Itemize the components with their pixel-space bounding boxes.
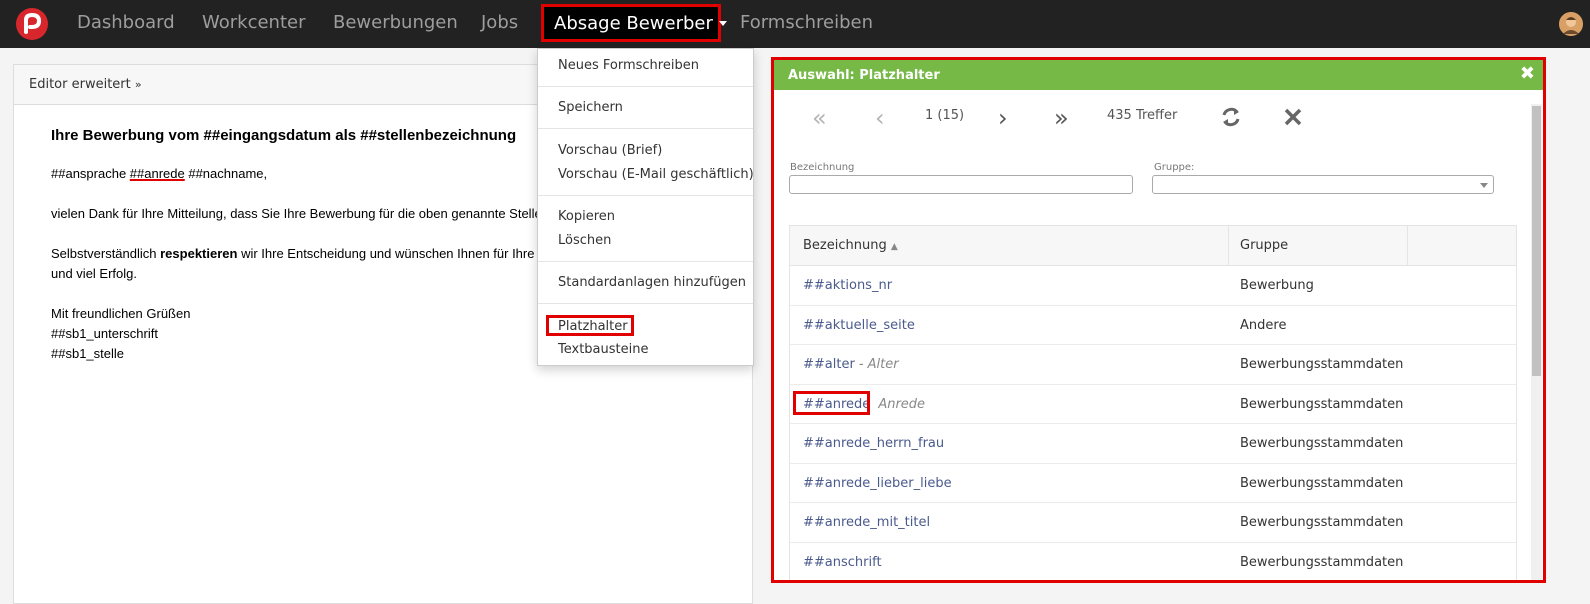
refresh-icon[interactable]: [1220, 106, 1242, 133]
row-group: Bewerbungsstammdaten: [1240, 396, 1404, 412]
caret-down-icon: [718, 21, 727, 26]
first-page-icon[interactable]: «: [812, 104, 827, 132]
last-page-icon[interactable]: »: [1054, 104, 1069, 132]
column-header-label: Bezeichnung: [803, 238, 887, 253]
placeholder-table: Bezeichnung ▲ Gruppe ##aktions_nr Bewerb…: [789, 225, 1517, 581]
app-logo-icon[interactable]: [16, 8, 48, 40]
row-group: Andere: [1240, 317, 1287, 333]
menu-item-standardanlagen[interactable]: Standardanlagen hinzufügen: [558, 275, 746, 290]
hits-count: 435 Treffer: [1107, 108, 1178, 123]
modal-scrollbar[interactable]: [1531, 104, 1542, 580]
top-navbar: Dashboard Workcenter Bewerbungen Jobs Ab…: [0, 0, 1590, 48]
row-name[interactable]: ##anrede_lieber_liebe: [803, 476, 952, 491]
placeholder-selection-modal: Auswahl: Platzhalter ✖ « ‹ 1 (15) › » 43…: [771, 57, 1546, 583]
close-icon[interactable]: ✖: [1520, 63, 1535, 84]
nav-dashboard[interactable]: Dashboard: [77, 12, 175, 33]
scrollbar-thumb[interactable]: [1532, 106, 1541, 376]
nav-workcenter[interactable]: Workcenter: [202, 12, 306, 33]
table-row[interactable]: ##anrede_mit_titel Bewerbungsstammdaten: [790, 503, 1516, 543]
table-row[interactable]: ##aktions_nr Bewerbung: [790, 266, 1516, 306]
row-group: Bewerbung: [1240, 278, 1314, 293]
menu-item-vorschau-brief[interactable]: Vorschau (Brief): [558, 143, 662, 158]
menu-item-textbausteine[interactable]: Textbausteine: [558, 342, 648, 357]
menu-divider: [538, 261, 753, 262]
column-divider: [1228, 226, 1229, 266]
prev-page-icon[interactable]: ‹: [875, 104, 885, 132]
paragraph-text: Selbstverständlich: [51, 246, 161, 261]
salutation-part: ##nachname,: [184, 166, 268, 181]
nav-jobs[interactable]: Jobs: [481, 12, 518, 33]
editor-header-label: Editor erweitert: [29, 77, 131, 92]
filter-gruppe-select[interactable]: [1152, 175, 1494, 194]
filter-label-gruppe: Gruppe:: [1154, 162, 1195, 173]
menu-item-kopieren[interactable]: Kopieren: [558, 209, 615, 224]
anrede-placeholder: ##anrede: [129, 166, 185, 181]
row-name[interactable]: ##anrede_herrn_frau: [803, 436, 944, 451]
platzhalter-highlight-box: [546, 315, 634, 336]
menu-divider: [538, 128, 753, 129]
row-name[interactable]: ##anschrift: [803, 555, 882, 570]
filter-label-bezeichnung: Bezeichnung: [790, 162, 855, 173]
row-name[interactable]: ##aktions_nr: [803, 278, 892, 293]
paragraph-text: wir Ihre Entscheidung und wünschen Ihnen…: [237, 246, 546, 261]
table-row[interactable]: ##aktuelle_seite Andere: [790, 306, 1516, 345]
menu-divider: [538, 303, 753, 304]
salutation-part: ##ansprache: [51, 166, 130, 181]
row-name: ##alter: [803, 357, 855, 372]
row-name-wrap[interactable]: ##alter - Alter: [803, 357, 899, 372]
table-row[interactable]: ##anrede_lieber_liebe Bewerbungsstammdat…: [790, 464, 1516, 503]
row-name[interactable]: ##anrede_mit_titel: [803, 515, 930, 530]
double-chevron-down-icon: »: [134, 78, 142, 91]
nav-bewerbungen[interactable]: Bewerbungen: [333, 12, 458, 33]
menu-item-neues-formschreiben[interactable]: Neues Formschreiben: [558, 58, 699, 73]
column-header-gruppe[interactable]: Gruppe: [1240, 238, 1288, 253]
menu-item-vorschau-email[interactable]: Vorschau (E-Mail geschäftlich): [558, 167, 754, 182]
table-row[interactable]: ##anschrift Bewerbungsstammdaten: [790, 543, 1516, 581]
paragraph-bold: respektieren: [160, 246, 238, 261]
anrede-highlight-box: [793, 390, 870, 415]
row-group: Bewerbungsstammdaten: [1240, 475, 1404, 491]
next-page-icon[interactable]: ›: [998, 104, 1008, 132]
menu-divider: [538, 195, 753, 196]
table-row[interactable]: ##alter - Alter Bewerbungsstammdaten: [790, 345, 1516, 385]
table-row[interactable]: ##anrede Anrede Bewerbungsstammdaten: [790, 385, 1516, 424]
user-avatar[interactable]: [1559, 12, 1583, 36]
modal-header: Auswahl: Platzhalter ✖: [774, 60, 1543, 90]
row-description: Anrede: [878, 396, 926, 412]
row-group: Bewerbungsstammdaten: [1240, 357, 1404, 372]
menu-divider: [538, 86, 753, 87]
column-header-bezeichnung[interactable]: Bezeichnung ▲: [803, 238, 898, 253]
row-group: Bewerbungsstammdaten: [1240, 554, 1404, 570]
chevron-down-icon: [1480, 183, 1488, 188]
nav-absage-bewerber[interactable]: Absage Bewerber: [541, 4, 727, 42]
filter-bezeichnung-input[interactable]: [789, 175, 1133, 194]
row-name[interactable]: ##aktuelle_seite: [803, 318, 915, 333]
modal-title: Auswahl: Platzhalter: [788, 68, 940, 83]
column-divider: [1407, 226, 1408, 266]
nav-formschreiben[interactable]: Formschreiben: [740, 12, 873, 33]
page-info: 1 (15): [925, 108, 965, 123]
menu-item-loeschen[interactable]: Löschen: [558, 233, 611, 248]
nav-active-label: Absage Bewerber: [554, 13, 713, 34]
clear-filter-icon[interactable]: [1284, 108, 1302, 131]
row-description: - Alter: [858, 357, 899, 372]
sort-asc-icon: ▲: [890, 242, 898, 252]
menu-item-speichern[interactable]: Speichern: [558, 100, 623, 115]
row-group: Bewerbungsstammdaten: [1240, 436, 1404, 451]
row-group: Bewerbungsstammdaten: [1240, 515, 1404, 530]
table-header: Bezeichnung ▲ Gruppe: [790, 226, 1516, 266]
table-row[interactable]: ##anrede_herrn_frau Bewerbungsstammdaten: [790, 424, 1516, 464]
